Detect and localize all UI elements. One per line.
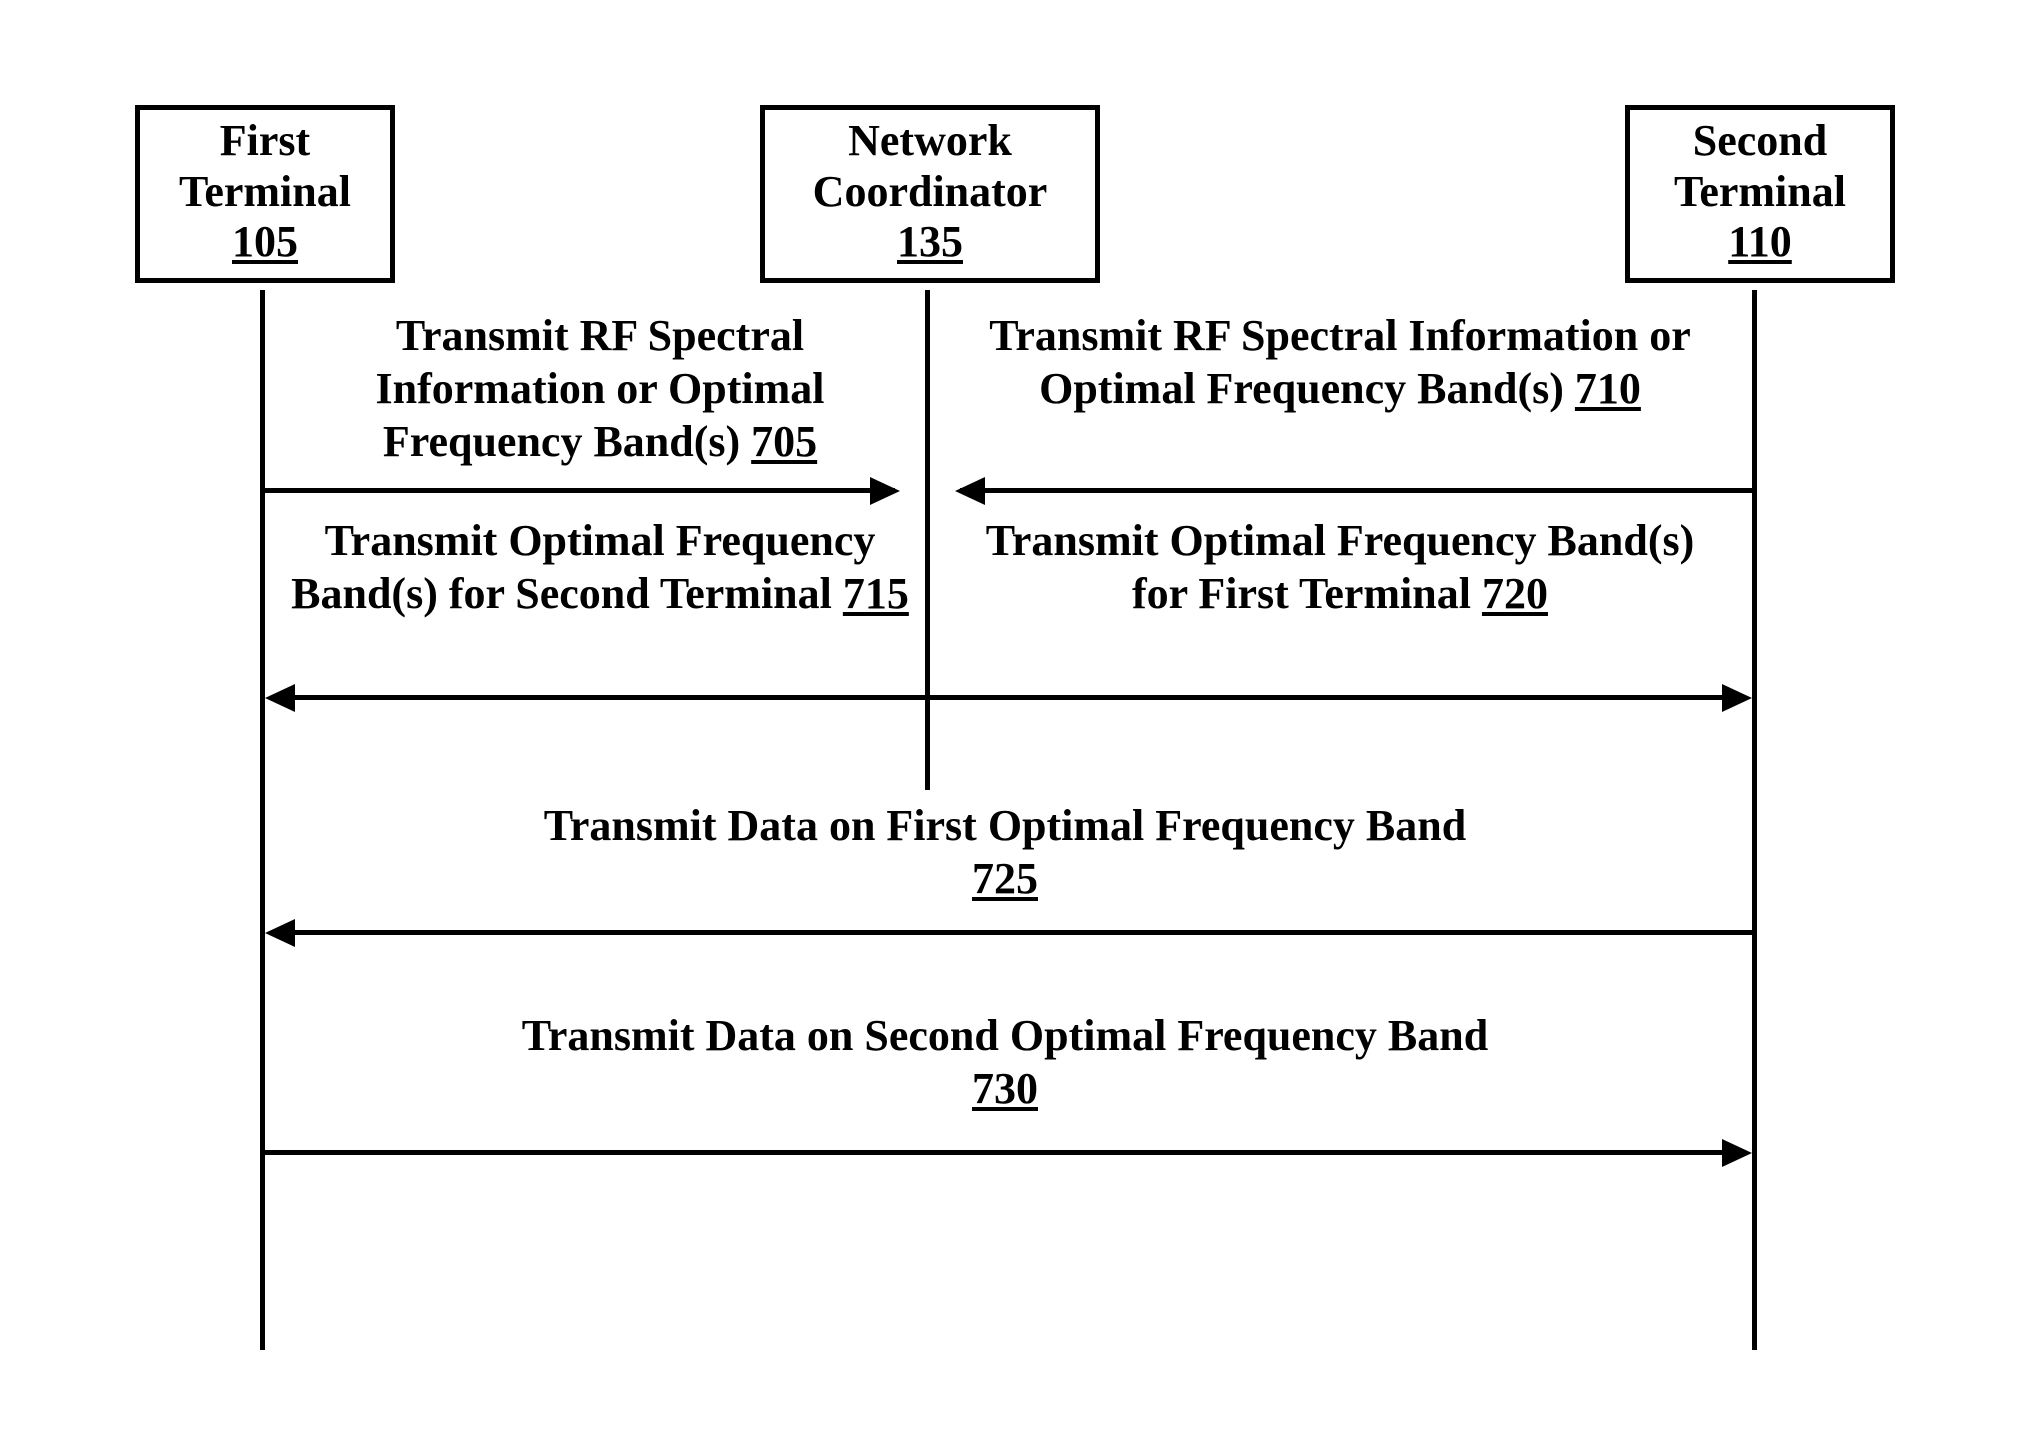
arrow-730 — [265, 1150, 1725, 1155]
msg-num: 715 — [843, 569, 909, 618]
participant-first-terminal: First Terminal 105 — [135, 105, 395, 283]
arrowhead-715 — [265, 684, 295, 712]
message-730-label: Transmit Data on Second Optimal Frequenc… — [290, 1010, 1720, 1116]
box-num: 110 — [1630, 217, 1890, 268]
lifeline-second — [1752, 290, 1757, 1350]
msg-num: 730 — [972, 1064, 1038, 1113]
box-line2: Terminal — [140, 167, 390, 218]
participant-network-coordinator: Network Coordinator 135 — [760, 105, 1100, 283]
msg-text: Transmit Data on First Optimal Frequency… — [544, 801, 1466, 850]
msg-num: 725 — [972, 854, 1038, 903]
arrow-720 — [928, 695, 1725, 700]
msg-num: 705 — [751, 417, 817, 466]
box-line1: Network — [765, 116, 1095, 167]
box-line2: Terminal — [1630, 167, 1890, 218]
box-num: 105 — [140, 217, 390, 268]
box-num: 135 — [765, 217, 1095, 268]
arrowhead-705 — [870, 477, 900, 505]
arrow-725 — [295, 930, 1752, 935]
box-line2: Coordinator — [765, 167, 1095, 218]
participant-second-terminal: Second Terminal 110 — [1625, 105, 1895, 283]
lifeline-network — [925, 290, 930, 790]
msg-text: Transmit Optimal Frequency Band(s) for F… — [986, 516, 1695, 618]
box-line1: Second — [1630, 116, 1890, 167]
msg-num: 710 — [1575, 364, 1641, 413]
msg-text: Transmit Data on Second Optimal Frequenc… — [522, 1011, 1488, 1060]
msg-text: Transmit Optimal Frequency Band(s) for S… — [291, 516, 875, 618]
message-705-label: Transmit RF Spectral Information or Opti… — [290, 310, 910, 468]
message-720-label: Transmit Optimal Frequency Band(s) for F… — [955, 515, 1725, 621]
message-725-label: Transmit Data on First Optimal Frequency… — [290, 800, 1720, 906]
msg-num: 720 — [1482, 569, 1548, 618]
arrow-710 — [960, 488, 1752, 493]
lifeline-first — [260, 290, 265, 1350]
message-715-label: Transmit Optimal Frequency Band(s) for S… — [290, 515, 910, 621]
box-line1: First — [140, 116, 390, 167]
arrow-705 — [265, 488, 895, 493]
arrowhead-710 — [955, 477, 985, 505]
arrowhead-720 — [1722, 684, 1752, 712]
arrow-715 — [295, 695, 928, 700]
arrowhead-730 — [1722, 1139, 1752, 1167]
sequence-diagram: First Terminal 105 Network Coordinator 1… — [0, 0, 2031, 1434]
arrowhead-725 — [265, 919, 295, 947]
message-710-label: Transmit RF Spectral Information or Opti… — [955, 310, 1725, 416]
